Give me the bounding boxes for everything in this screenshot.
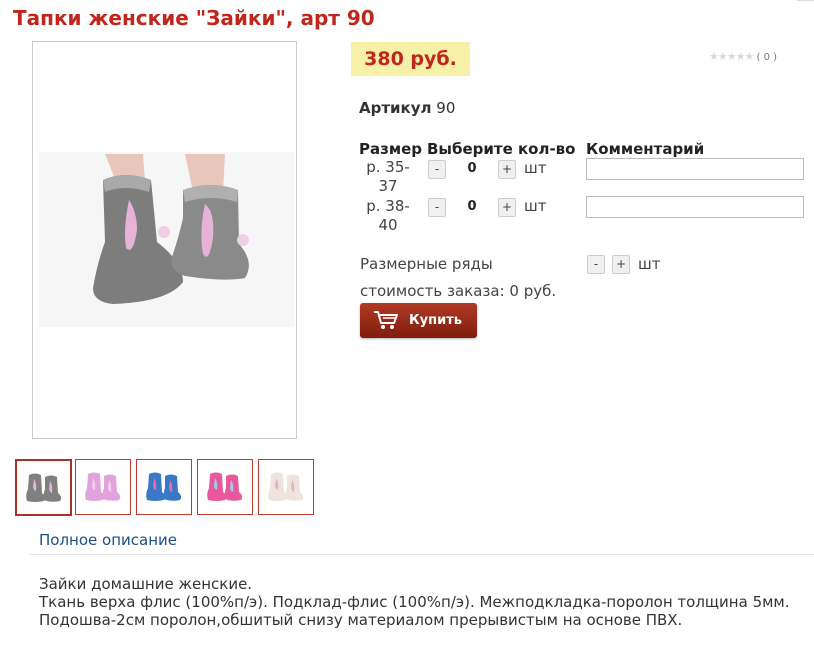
product-thumbnail[interactable] <box>197 459 253 515</box>
size-rows-unit: шт <box>638 255 661 273</box>
product-thumbnail[interactable] <box>258 459 314 515</box>
decrement-button[interactable]: - <box>428 198 446 217</box>
slipper-thumbnail-image <box>26 473 62 502</box>
price-badge: 380 руб. <box>351 42 470 76</box>
size-label: р. 35-37 <box>366 158 410 195</box>
quantity-value: 0 <box>467 161 477 176</box>
product-thumbnail[interactable] <box>75 459 131 515</box>
header-size: Размер <box>359 140 423 158</box>
order-cost: стоимость заказа: 0 руб. <box>360 282 557 300</box>
header-comment: Комментарий <box>586 140 705 158</box>
product-thumbnail[interactable] <box>136 459 192 515</box>
unit-label: шт <box>524 159 547 177</box>
increment-button[interactable]: + <box>498 160 516 179</box>
size-rows-decrement-button[interactable]: - <box>587 255 605 274</box>
size-rows-label: Размерные ряды <box>360 255 493 273</box>
article-label: Артикул <box>359 99 432 117</box>
top-divider <box>797 0 814 1</box>
slipper-thumbnail-image <box>85 472 121 501</box>
buy-button[interactable]: Купить <box>360 303 477 338</box>
description-line: Ткань верха флис (100%п/э). Подклад-флис… <box>39 593 790 611</box>
slippers-illustration <box>39 152 294 327</box>
header-quantity: Выберите кол-во <box>427 140 576 158</box>
slipper-thumbnail-image <box>268 472 304 501</box>
description-line: Подошва-2см поролон,обшитый снизу матери… <box>39 611 683 629</box>
size-label: р. 38-40 <box>366 197 410 234</box>
rating[interactable]: ★★★★★ ( 0 ) <box>709 50 777 63</box>
rating-stars-icon: ★★★★★ <box>709 50 754 63</box>
tab-full-description[interactable]: Полное описание <box>39 531 177 549</box>
comment-input[interactable] <box>586 158 804 180</box>
rating-count: ( 0 ) <box>756 52 778 63</box>
size-rows-increment-button[interactable]: + <box>612 255 630 274</box>
quantity-value: 0 <box>467 199 477 214</box>
unit-label: шт <box>524 197 547 215</box>
product-description: Зайки домашние женские. Ткань верха флис… <box>39 575 809 629</box>
product-main-image[interactable] <box>32 41 297 439</box>
page-title: Тапки женские "Зайки", арт 90 <box>13 6 375 30</box>
comment-input[interactable] <box>586 196 804 218</box>
description-line: Зайки домашние женские. <box>39 575 253 593</box>
tab-divider <box>29 554 814 555</box>
slipper-thumbnail-image <box>146 472 182 501</box>
article-number: Артикул 90 <box>359 99 455 117</box>
slipper-thumbnail-image <box>207 472 243 501</box>
buy-button-label: Купить <box>409 313 462 328</box>
article-value: 90 <box>436 99 456 117</box>
increment-button[interactable]: + <box>498 198 516 217</box>
cart-icon <box>374 311 398 329</box>
decrement-button[interactable]: - <box>428 160 446 179</box>
product-thumbnail[interactable] <box>15 459 72 516</box>
